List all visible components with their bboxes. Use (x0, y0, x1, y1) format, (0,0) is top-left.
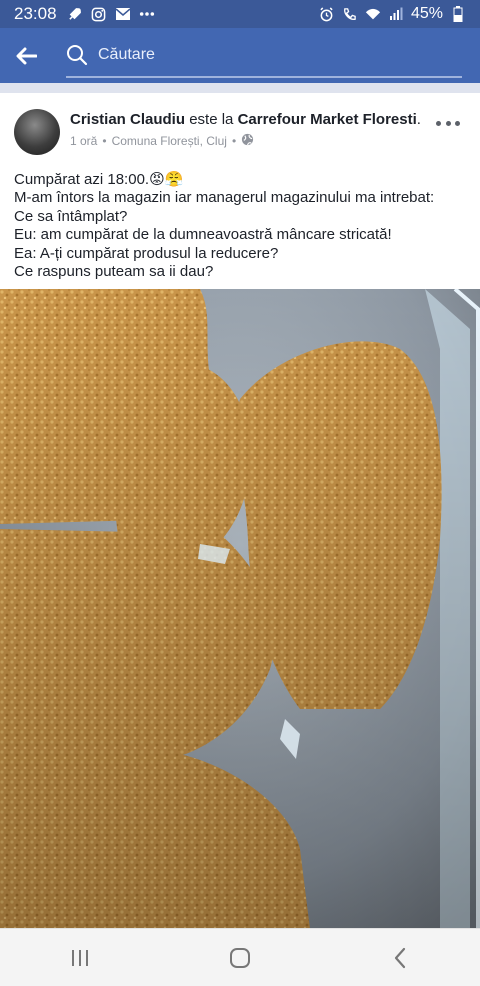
app-top-bar (0, 28, 480, 83)
post-time[interactable]: 1 oră (70, 134, 97, 148)
feed-divider (0, 83, 480, 93)
post-header: Cristian Claudiu este la Carrefour Marke… (14, 109, 466, 159)
back-icon (394, 947, 406, 968)
more-dots-icon (139, 6, 155, 22)
post-line: Eu: am cumpărat de la dumneavoastră mânc… (14, 226, 392, 244)
meta-separator: • (231, 134, 237, 148)
post-body: Cumpărat azi 18:00.😡😤 M-am întors la mag… (14, 171, 466, 281)
back-nav-button[interactable] (360, 929, 440, 986)
mail-icon (115, 6, 131, 22)
search-bar[interactable] (66, 34, 462, 78)
meta-separator: • (102, 134, 107, 148)
feed-post: Cristian Claudiu este la Carrefour Marke… (0, 93, 480, 929)
status-time: 23:08 (14, 4, 57, 23)
checkin-connector: este la (189, 111, 234, 128)
signal-icon (388, 6, 404, 22)
author-name[interactable]: Cristian Claudiu (70, 111, 185, 128)
alarm-icon (319, 6, 335, 22)
post-line: M-am întors la magazin iar managerul mag… (14, 189, 435, 207)
globe-icon (241, 133, 254, 149)
recent-apps-icon (72, 949, 88, 966)
post-line: Ea: A-ți cumpărat produsul la reducere? (14, 244, 279, 262)
home-icon (230, 947, 250, 968)
post-options-button[interactable] (436, 115, 460, 131)
back-button[interactable] (0, 28, 52, 83)
avatar[interactable] (14, 109, 60, 155)
search-icon (66, 43, 90, 67)
battery-icon (450, 6, 466, 22)
search-input[interactable] (98, 45, 398, 64)
rocket-icon (67, 6, 83, 22)
post-author-line: Cristian Claudiu este la Carrefour Marke… (70, 111, 421, 128)
arrow-left-icon (16, 47, 37, 64)
post-line: Ce raspuns puteam sa ii dau? (14, 263, 214, 281)
battery-level: 45% (410, 5, 443, 22)
post-meta: 1 oră • Comuna Florești, Cluj • (70, 133, 254, 149)
status-bar: 23:08 45% (0, 0, 480, 28)
instagram-icon (91, 6, 107, 22)
recent-apps-button[interactable] (40, 929, 120, 986)
post-photo[interactable] (0, 289, 480, 929)
post-line: Cumpărat azi 18:00.😡😤 (14, 171, 184, 188)
call-icon (342, 6, 358, 22)
post-line: Ce sa întâmplat? (14, 207, 128, 225)
post-location[interactable]: Comuna Florești, Cluj (112, 134, 227, 148)
wifi-icon (365, 6, 381, 22)
home-button[interactable] (200, 929, 280, 986)
checkin-place[interactable]: Carrefour Market Floresti (238, 111, 417, 128)
system-navigation-bar (0, 928, 480, 986)
